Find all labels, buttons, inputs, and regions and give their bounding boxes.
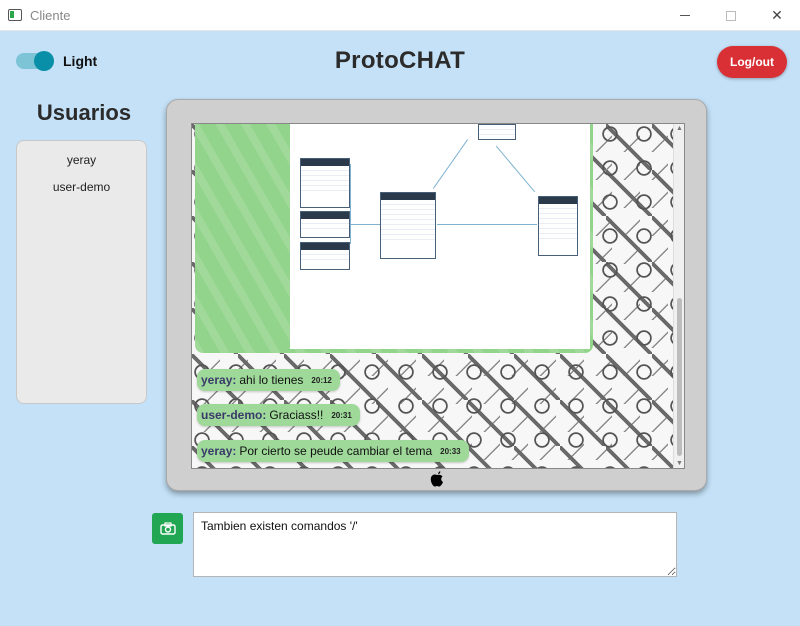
diagram-connector [437,224,537,225]
diagram-table [300,211,350,238]
logout-button[interactable]: Log/out [717,46,787,78]
diagram-connector [495,145,536,193]
chat-message: user-demo: Graciass!! 20:31 [197,404,360,426]
chat-message: yeray: ahi lo tienes 20:12 [197,369,340,391]
image-message[interactable] [195,124,593,353]
diagram-connector [350,164,351,244]
chat-message: yeray: Por cierto se peude cambiar el te… [197,440,469,462]
diagram-table [300,158,350,208]
maximize-icon [726,10,736,21]
diagram-table [478,124,516,140]
scroll-thumb[interactable] [677,298,682,456]
diagram-table [380,192,436,259]
diagram-table [538,196,578,256]
app-window-icon [8,9,22,21]
message-time: 20:31 [331,410,352,420]
close-icon: ✕ [771,7,783,23]
message-text: ahi lo tienes [239,373,304,387]
close-button[interactable]: ✕ [754,0,800,31]
users-list: yeray user-demo [16,140,147,404]
message-author: yeray: [201,373,237,387]
message-text: Graciass!! [269,408,324,422]
message-input[interactable]: Tambien existen comandos '/' [193,512,677,577]
message-author: user-demo: [201,408,267,422]
diagram-table [300,242,350,270]
diagram-connector [432,139,469,189]
minimize-button[interactable] [662,0,708,31]
chat-screen: yeray: ahi lo tienes 20:12 user-demo: Gr… [191,123,685,469]
minimize-icon [680,15,690,16]
message-author: yeray: [201,444,237,458]
users-title: Usuarios [36,100,132,125]
apple-icon [430,471,443,487]
user-item-yeray[interactable]: yeray [17,153,146,180]
chat-scrollbar[interactable]: ▲ ▼ [673,124,684,468]
message-time: 20:33 [440,446,461,456]
camera-button[interactable] [152,513,183,544]
user-item-user-demo[interactable]: user-demo [17,180,146,207]
message-time: 20:12 [311,375,332,385]
camera-icon [159,522,176,535]
window-title: Cliente [30,8,71,23]
maximize-button[interactable] [708,0,754,31]
scroll-down-icon[interactable]: ▼ [676,460,683,467]
app-title: ProtoCHAT [334,47,466,74]
message-text: Por cierto se peude cambiar el tema [239,444,433,458]
scroll-up-icon[interactable]: ▲ [676,125,683,132]
shared-diagram-image [290,124,590,349]
window-titlebar: Cliente ✕ [0,0,800,31]
monitor-frame: yeray: ahi lo tienes 20:12 user-demo: Gr… [166,99,707,491]
